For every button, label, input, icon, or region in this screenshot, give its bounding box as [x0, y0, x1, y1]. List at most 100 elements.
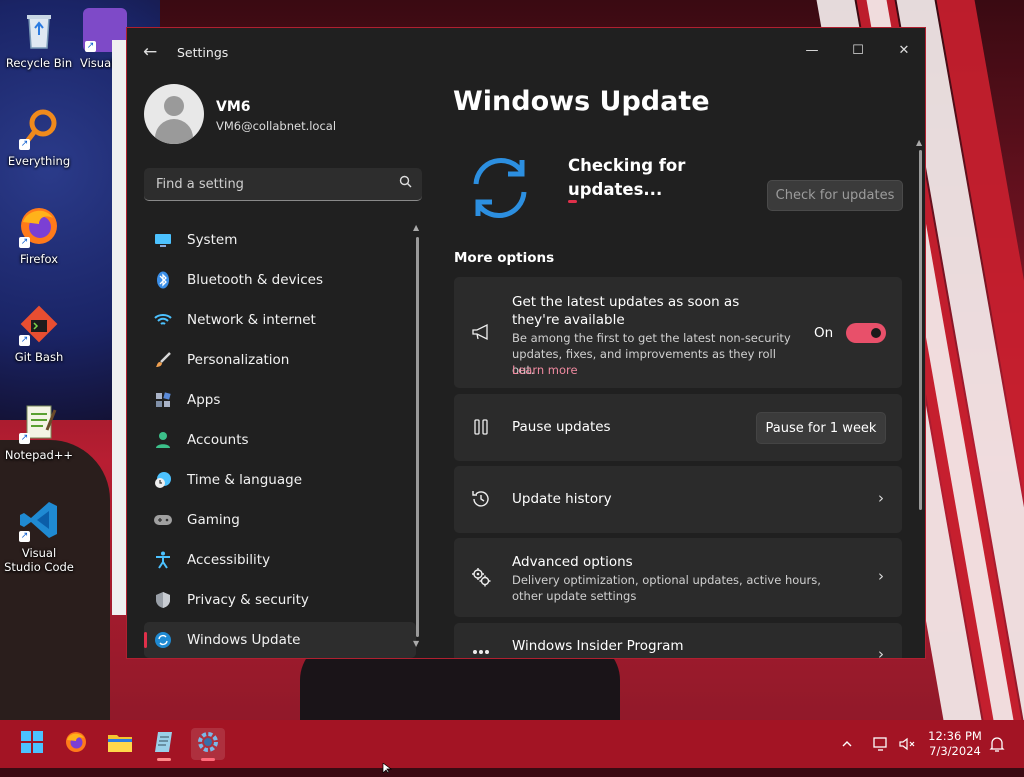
card-title: Get the latest updates as soon as they'r… [512, 294, 740, 328]
desktop-icon-git-bash[interactable]: ↗ Git Bash [4, 302, 74, 364]
sidebar-item-windows-update[interactable]: Windows Update [144, 622, 416, 658]
magnifier-icon: ↗ [17, 106, 61, 150]
desktop-icon-label: Recycle Bin [5, 56, 73, 70]
latest-updates-card[interactable]: Get the latest updates as soon as they'r… [454, 277, 902, 388]
scrollbar-thumb[interactable] [919, 150, 922, 510]
desktop-icon-everything[interactable]: ↗ Everything [4, 106, 74, 168]
sidebar-item-network[interactable]: Network & internet [144, 302, 416, 338]
sidebar-item-label: Time & language [187, 472, 303, 488]
progress-indicator [568, 200, 577, 203]
scroll-down-arrow-icon[interactable]: ▼ [413, 639, 419, 648]
update-sync-icon [462, 150, 538, 226]
learn-more-link[interactable]: Learn more [512, 363, 578, 377]
desktop-icon-label: Git Bash [14, 350, 64, 364]
desktop-icon-firefox[interactable]: ↗ Firefox [4, 204, 74, 266]
check-for-updates-button[interactable]: Check for updates [767, 180, 903, 211]
user-name: VM6 [216, 99, 251, 115]
maximize-button[interactable]: ☐ [835, 36, 881, 66]
taskbar-notepad[interactable] [147, 728, 181, 761]
notification-bell-icon[interactable] [988, 720, 1006, 768]
desktop-icon-notepadpp[interactable]: ↗ Notepad++ [4, 400, 74, 462]
pause-icon [470, 416, 492, 438]
sidebar-nav: System Bluetooth & devices Network & int… [144, 222, 416, 658]
sidebar-item-label: System [187, 232, 238, 248]
gears-icon [470, 566, 492, 588]
scroll-up-arrow-icon[interactable]: ▲ [413, 223, 419, 232]
settings-icon [196, 730, 220, 758]
taskbar-file-explorer[interactable] [103, 728, 137, 760]
taskbar-firefox[interactable] [59, 728, 93, 760]
taskbar-clock[interactable]: 12:36 PM 7/3/2024 [920, 729, 990, 759]
sidebar-item-label: Personalization [187, 352, 290, 368]
wifi-icon [153, 310, 173, 330]
search-input[interactable] [154, 176, 388, 193]
main-scrollbar[interactable]: ▲ [916, 138, 923, 658]
card-title: Pause updates [512, 419, 611, 435]
wallpaper-figure [0, 440, 110, 720]
advanced-options-card[interactable]: Advanced options Delivery optimization, … [454, 538, 902, 617]
start-button[interactable] [15, 728, 49, 760]
sidebar-item-personalization[interactable]: Personalization [144, 342, 416, 378]
sidebar-item-accounts[interactable]: Accounts [144, 422, 416, 458]
shortcut-arrow-icon: ↗ [19, 139, 30, 150]
desktop-icon-label: Firefox [19, 252, 59, 266]
sidebar-item-label: Accounts [187, 432, 249, 448]
title-bar: ← Settings — ☐ ✕ [127, 28, 925, 76]
sidebar-scrollbar[interactable]: ▲ ▼ [413, 223, 420, 653]
vscode-icon: ↗ [17, 498, 61, 542]
brush-icon [153, 350, 173, 370]
network-icon[interactable] [872, 720, 890, 768]
update-history-card[interactable]: Update history › [454, 466, 902, 533]
latest-updates-toggle[interactable] [846, 323, 886, 343]
pause-updates-card[interactable]: Pause updates Pause for 1 week [454, 394, 902, 461]
taskbar: 12:36 PM 7/3/2024 [0, 720, 1024, 768]
card-title: Advanced options [512, 554, 633, 570]
recycle-bin-icon [17, 8, 61, 52]
sidebar-item-privacy-security[interactable]: Privacy & security [144, 582, 416, 618]
history-icon [470, 488, 492, 510]
sidebar-item-system[interactable]: System [144, 222, 416, 258]
desktop-icon-vscode[interactable]: ↗ Visual Studio Code [4, 498, 74, 574]
pause-for-1-week-button[interactable]: Pause for 1 week [756, 412, 886, 444]
taskbar-settings[interactable] [191, 728, 225, 761]
clock-date: 7/3/2024 [929, 744, 981, 758]
monitor-icon [153, 230, 173, 250]
sidebar-item-gaming[interactable]: Gaming [144, 502, 416, 538]
sidebar-item-label: Privacy & security [187, 592, 309, 608]
firefox-icon [64, 730, 88, 758]
sidebar-item-bluetooth[interactable]: Bluetooth & devices [144, 262, 416, 298]
back-arrow-icon[interactable]: ← [143, 42, 157, 62]
desktop-icon-label: Notepad++ [4, 448, 74, 462]
notepadpp-icon: ↗ [17, 400, 61, 444]
desktop-icon-recycle-bin[interactable]: Recycle Bin [4, 8, 74, 70]
close-button[interactable]: ✕ [881, 36, 925, 66]
minimize-button[interactable]: — [789, 36, 835, 66]
card-title: Update history [512, 491, 612, 507]
sidebar-item-label: Gaming [187, 512, 240, 528]
shortcut-arrow-icon: ↗ [19, 237, 30, 248]
search-box[interactable] [144, 168, 422, 201]
clock-time: 12:36 PM [928, 729, 982, 743]
running-indicator [201, 758, 215, 761]
person-icon [153, 430, 173, 450]
sidebar-item-accessibility[interactable]: Accessibility [144, 542, 416, 578]
file-explorer-icon [107, 731, 133, 757]
section-heading: More options [454, 250, 555, 266]
globe-clock-icon [153, 470, 173, 490]
scroll-up-arrow-icon[interactable]: ▲ [916, 138, 922, 147]
avatar[interactable] [144, 84, 204, 144]
sidebar-item-time-language[interactable]: Time & language [144, 462, 416, 498]
scrollbar-thumb[interactable] [416, 237, 419, 637]
shortcut-arrow-icon: ↗ [19, 531, 30, 542]
sidebar-item-label: Bluetooth & devices [187, 272, 324, 288]
notepad-icon [153, 730, 175, 758]
shortcut-arrow-icon: ↗ [19, 433, 30, 444]
volume-muted-icon[interactable] [898, 720, 916, 768]
tray-overflow-chevron-icon[interactable] [840, 720, 854, 768]
chevron-right-icon: › [878, 489, 884, 507]
settings-window: ← Settings — ☐ ✕ VM6 VM6@collabnet.local… [126, 27, 926, 659]
chevron-right-icon: › [878, 567, 884, 585]
sidebar-item-apps[interactable]: Apps [144, 382, 416, 418]
search-icon[interactable] [399, 175, 412, 192]
windows-insider-card[interactable]: Windows Insider Program › [454, 623, 902, 658]
